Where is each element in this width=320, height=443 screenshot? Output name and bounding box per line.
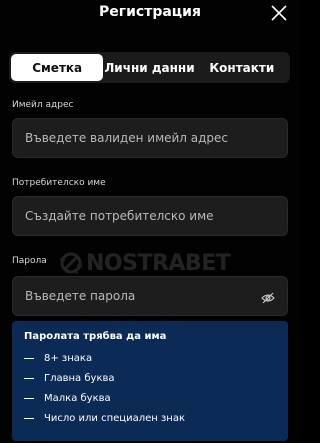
password-requirements: Паролата трябва да има 8+ знака Главна б…	[12, 321, 288, 441]
requirement-item: Главна буква	[24, 368, 276, 388]
tab-bar: Сметка Лични данни Контакти	[9, 52, 290, 83]
requirement-label: Малка буква	[44, 392, 111, 404]
requirement-item: 8+ знака	[24, 348, 276, 368]
username-label: Потребителско име	[12, 178, 106, 188]
watermark: NOSTRABET	[58, 248, 258, 278]
page-title: Регистрация	[99, 4, 201, 20]
dash-icon	[24, 357, 34, 359]
requirement-item: Малка буква	[24, 388, 276, 408]
password-field-container	[12, 276, 288, 316]
password-requirements-title: Паролата трябва да има	[24, 331, 167, 342]
tab-personal-data[interactable]: Лични данни	[103, 54, 195, 81]
watermark-text: NOSTRABET	[86, 250, 231, 276]
requirement-item: Число или специален знак	[24, 408, 276, 428]
dash-icon	[24, 377, 34, 379]
email-field[interactable]	[25, 131, 287, 145]
password-label: Парола	[12, 256, 47, 266]
tab-contacts[interactable]: Контакти	[196, 54, 288, 81]
close-icon[interactable]	[270, 4, 288, 22]
requirement-label: Число или специален знак	[44, 412, 186, 424]
username-field-container	[12, 196, 288, 236]
header: Регистрация	[0, 0, 300, 40]
email-label: Имейл адрес	[12, 100, 74, 110]
registration-screen: Регистрация Сметка Лични данни Контакти …	[0, 0, 300, 443]
requirement-label: Главна буква	[44, 372, 115, 384]
dash-icon	[24, 397, 34, 399]
dash-icon	[24, 417, 34, 419]
username-field[interactable]	[25, 209, 287, 223]
eye-slash-icon[interactable]	[261, 290, 275, 304]
email-field-container	[12, 118, 288, 158]
tab-account[interactable]: Сметка	[11, 54, 104, 81]
password-field[interactable]	[25, 289, 287, 303]
requirement-label: 8+ знака	[44, 352, 93, 364]
watermark-logo-icon	[59, 252, 83, 275]
